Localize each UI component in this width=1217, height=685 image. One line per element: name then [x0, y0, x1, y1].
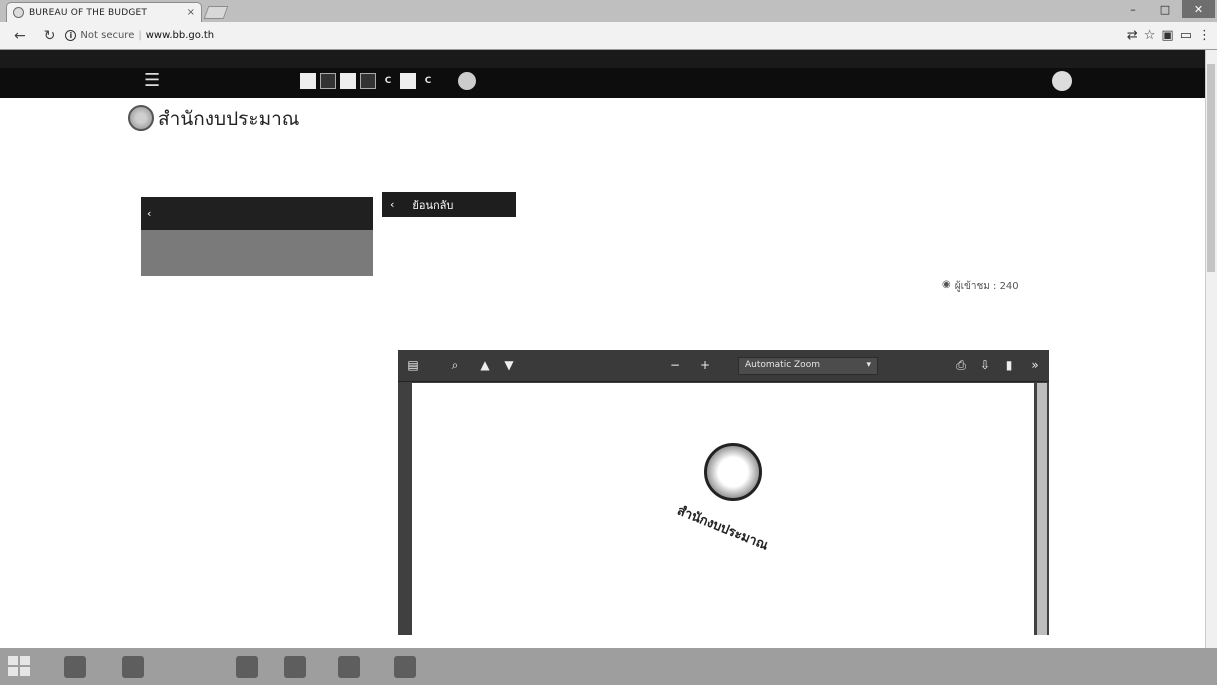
windows-start-icon[interactable]	[8, 656, 32, 678]
star-bookmark-icon[interactable]: ☆	[1144, 28, 1156, 43]
sub-nav	[133, 162, 417, 174]
window-maximize-button[interactable]: □	[1150, 0, 1180, 18]
previous-page-icon[interactable]: ▲	[478, 358, 492, 372]
url-domain: www.bb.go.th	[145, 30, 215, 41]
back-arrow-icon: ‹	[390, 198, 395, 211]
main-nav	[405, 117, 833, 129]
main-nav-item[interactable]	[589, 117, 649, 129]
taskbar-media-player-icon[interactable]	[236, 656, 258, 678]
sidebar-item[interactable]	[165, 351, 345, 365]
hamburger-menu-icon[interactable]: ☰	[144, 70, 160, 91]
menu-dots-icon[interactable]: ⋮	[1198, 28, 1211, 43]
top-bar-strip	[0, 68, 1205, 98]
zoom-select[interactable]: Automatic Zoom ▾	[738, 357, 878, 375]
reload-icon[interactable]: ↻	[38, 24, 62, 48]
contrast-button[interactable]: C	[380, 73, 396, 89]
new-tab-button[interactable]	[203, 6, 229, 19]
contrast-button[interactable]: C	[420, 73, 436, 89]
print-icon[interactable]: ⎙	[954, 358, 968, 372]
translate-icon[interactable]: ⇄	[1127, 28, 1138, 43]
font-size-button[interactable]	[340, 73, 356, 89]
main-nav-item[interactable]	[497, 117, 557, 129]
color-theme-icon[interactable]	[458, 72, 476, 90]
sidebar-item[interactable]	[165, 551, 345, 565]
back-button-label: ย้อนกลับ	[412, 198, 454, 212]
pdf-viewer: ▤ ⌕ ▲ ▼ − + Automatic Zoom ▾ ⎙ ⇩ ▮ » สำน…	[398, 350, 1049, 635]
site-top-bar	[0, 50, 1205, 98]
tab-title: BUREAU OF THE BUDGET	[29, 7, 148, 18]
next-page-icon[interactable]: ▼	[502, 358, 516, 372]
site-favicon-icon	[13, 7, 24, 18]
find-icon[interactable]: ⌕	[448, 358, 462, 372]
sub-nav-item[interactable]	[211, 162, 261, 174]
browser-tab-strip: BUREAU OF THE BUDGET × – □ ✕	[0, 0, 1217, 22]
seal-caption: สำนักงบประมาณ	[674, 503, 771, 554]
zoom-value: Automatic Zoom	[745, 360, 820, 370]
font-size-button[interactable]	[300, 73, 316, 89]
sidebar-item-active[interactable]	[141, 230, 373, 276]
taskbar-chrome-icon[interactable]	[284, 656, 306, 678]
contrast-button[interactable]	[400, 73, 416, 89]
sub-nav-item[interactable]	[133, 162, 183, 174]
security-label: Not secure	[80, 30, 135, 41]
sidebar-item[interactable]	[165, 452, 345, 466]
back-button[interactable]: ‹ ย้อนกลับ	[382, 192, 516, 217]
font-size-button[interactable]	[320, 73, 336, 89]
extension-icon[interactable]: ▣	[1161, 28, 1173, 43]
zoom-out-icon[interactable]: −	[668, 358, 682, 372]
zoom-in-icon[interactable]: +	[698, 358, 712, 372]
view-count-label: ผู้เข้าชม : 240	[954, 281, 1019, 292]
cast-icon[interactable]: ▭	[1180, 28, 1192, 43]
download-icon[interactable]: ⇩	[978, 358, 992, 372]
org-name[interactable]: สำนักงบประมาณ	[158, 104, 299, 134]
info-icon[interactable]: i	[65, 30, 77, 41]
sidebar-item[interactable]	[165, 403, 345, 417]
sub-nav-item[interactable]	[367, 162, 417, 174]
toolbar-actions: ⇄ ☆ ▣ ▭ ⋮	[1127, 28, 1211, 43]
pdf-page: สำนักงบประมาณ	[412, 383, 1034, 635]
browser-toolbar: ← ↻ i Not secure | www.bb.go.th ⇄ ☆ ▣ ▭ …	[0, 22, 1217, 50]
taskbar-file-explorer-icon[interactable]	[64, 656, 86, 678]
sidebar-item[interactable]	[165, 600, 345, 614]
back-arrow-icon[interactable]: ←	[8, 24, 32, 48]
sidebar-item[interactable]	[165, 502, 345, 516]
taskbar-document-icon[interactable]	[394, 656, 416, 678]
tools-menu-icon[interactable]: »	[1028, 358, 1042, 372]
sidebar-toggle-icon[interactable]: ▤	[406, 358, 420, 372]
taskbar-edge-icon[interactable]	[122, 656, 144, 678]
view-count: ◉ ผู้เข้าชม : 240	[942, 279, 1019, 294]
main-nav-item[interactable]	[681, 117, 741, 129]
address-bar[interactable]: i Not secure | www.bb.go.th	[65, 25, 1126, 47]
bookmark-icon[interactable]: ▮	[1002, 358, 1016, 372]
taskbar-app-icon[interactable]	[338, 656, 360, 678]
eye-icon: ◉	[942, 279, 951, 290]
main-nav-item[interactable]	[405, 117, 465, 129]
url-separator: |	[138, 30, 142, 41]
window-close-button[interactable]: ✕	[1182, 0, 1215, 18]
browser-tab[interactable]: BUREAU OF THE BUDGET ×	[6, 2, 202, 22]
font-size-button[interactable]	[360, 73, 376, 89]
sidebar-header[interactable]: ‹	[141, 197, 373, 230]
sidebar-item[interactable]	[165, 306, 345, 320]
main-nav-item[interactable]	[773, 117, 833, 129]
pdf-toolbar: ▤ ⌕ ▲ ▼ − + Automatic Zoom ▾ ⎙ ⇩ ▮ »	[398, 350, 1049, 382]
chevron-left-icon: ‹	[147, 207, 152, 220]
budget-bureau-seal	[704, 443, 762, 501]
page-scrollbar-thumb[interactable]	[1207, 64, 1215, 272]
chevron-down-icon: ▾	[866, 360, 871, 370]
tab-close-icon[interactable]: ×	[187, 7, 195, 18]
sub-nav-item[interactable]	[289, 162, 339, 174]
window-minimize-button[interactable]: –	[1118, 0, 1148, 18]
user-avatar-icon[interactable]	[1052, 71, 1072, 91]
taskbar	[0, 648, 1217, 685]
budget-bureau-logo[interactable]	[128, 105, 154, 131]
pdf-scrollbar[interactable]	[1037, 383, 1047, 635]
